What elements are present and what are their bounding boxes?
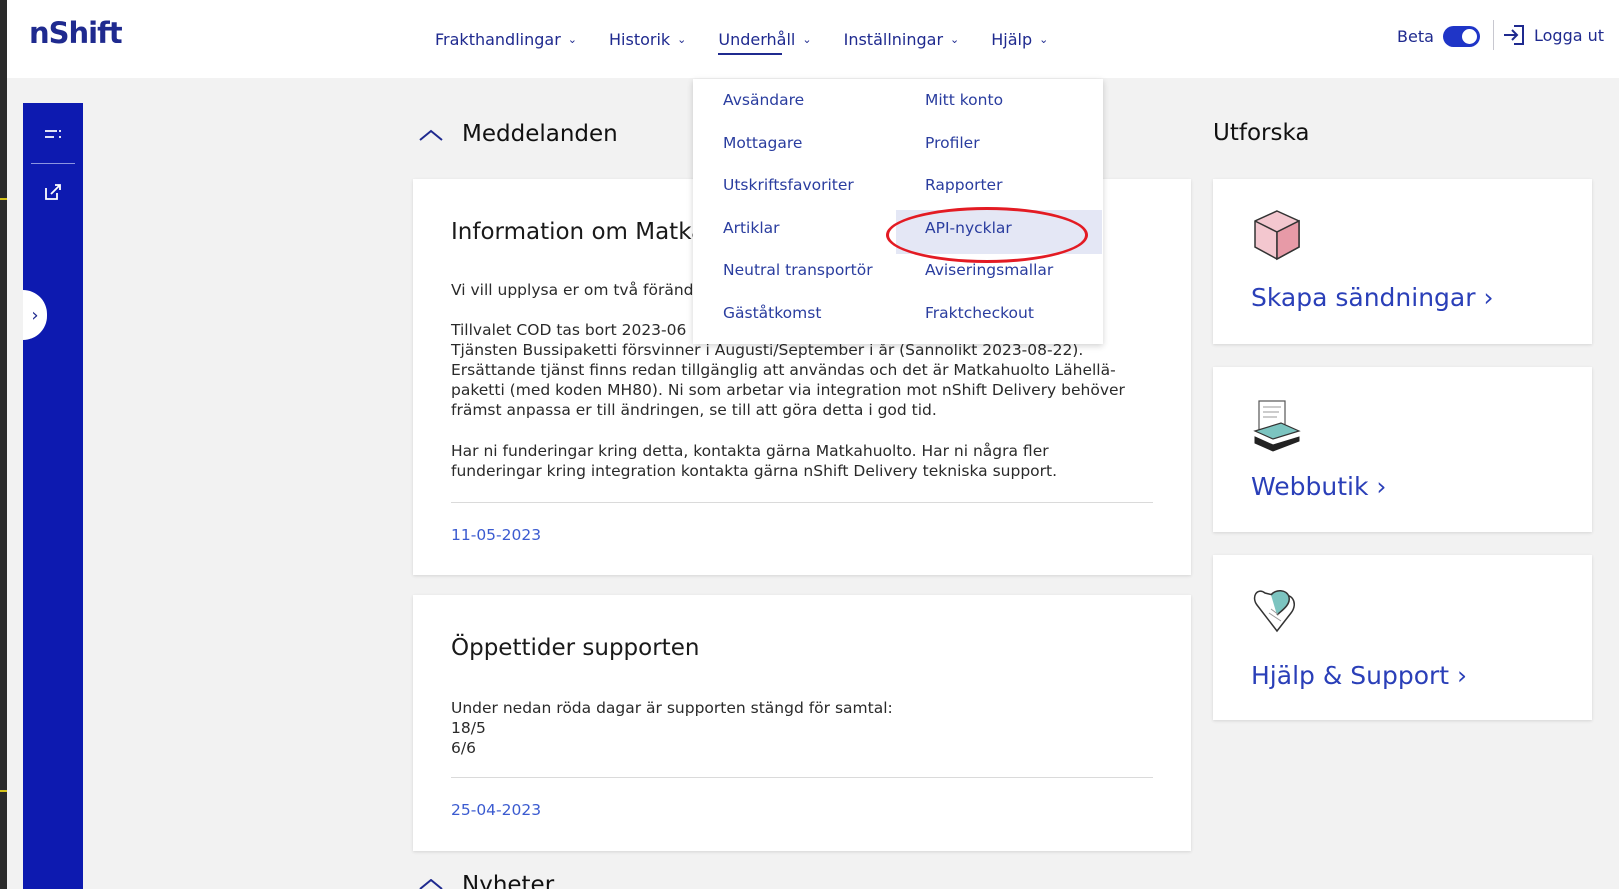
beta-label: Beta	[1397, 27, 1434, 46]
annotation-oval	[886, 207, 1088, 263]
sidebar	[23, 103, 83, 889]
menu-item-avsandare[interactable]: Avsändare	[723, 91, 804, 109]
menu-item-rapporter[interactable]: Rapporter	[925, 176, 1002, 194]
sidebar-divider	[31, 163, 75, 164]
chevron-up-icon[interactable]	[418, 128, 444, 142]
chevron-up-icon[interactable]	[418, 879, 444, 889]
explore-card-label: Skapa sändningar ›	[1251, 283, 1494, 312]
news-title: Nyheter	[462, 872, 555, 889]
message-title: Information om Matka	[451, 219, 706, 245]
messages-title: Meddelanden	[462, 121, 618, 147]
chevron-down-icon: ⌄	[950, 32, 960, 46]
nav-label: Frakthandlingar	[435, 29, 561, 49]
edge-mark	[0, 198, 7, 200]
nav-label: Hjälp	[991, 29, 1033, 49]
heart-hand-icon	[1253, 590, 1295, 633]
message-title: Öppettider supporten	[451, 635, 700, 661]
window-edge	[0, 0, 7, 889]
chevron-down-icon: ⌄	[567, 32, 577, 46]
nav-underhall[interactable]: Underhåll ⌄	[718, 26, 812, 55]
menu-item-utskriftsfavoriter[interactable]: Utskriftsfavoriter	[723, 176, 854, 194]
beta-toggle-group: Beta	[1397, 26, 1480, 47]
edge-mark	[0, 790, 7, 792]
top-header: nShift Frakthandlingar ⌄ Historik ⌄ Unde…	[7, 0, 1619, 78]
external-link-icon[interactable]	[43, 182, 63, 202]
explore-card-help-support[interactable]: Hjälp & Support ›	[1213, 555, 1592, 720]
menu-item-neutral-transportor[interactable]: Neutral transportör	[723, 261, 873, 279]
menu-item-profiler[interactable]: Profiler	[925, 134, 980, 152]
chevron-down-icon: ⌄	[1039, 32, 1049, 46]
explore-card-label: Hjälp & Support ›	[1251, 661, 1468, 690]
chevron-down-icon: ⌄	[802, 32, 812, 46]
menu-item-aviseringsmallar[interactable]: Aviseringsmallar	[925, 261, 1053, 279]
menu-item-fraktcheckout[interactable]: Fraktcheckout	[925, 304, 1034, 322]
laptop-shop-icon	[1253, 400, 1301, 452]
card-divider	[451, 502, 1153, 503]
message-paragraph: Under nedan röda dagar är supporten stän…	[451, 699, 893, 757]
package-box-icon	[1254, 210, 1300, 261]
logout-label: Logga ut	[1534, 25, 1605, 45]
active-underline	[718, 53, 782, 55]
explore-card-label: Webbutik ›	[1251, 472, 1387, 501]
message-paragraph: Har ni funderingar kring detta, kontakta…	[451, 442, 1058, 480]
nav-label: Underhåll	[718, 29, 796, 49]
menu-item-artiklar[interactable]: Artiklar	[723, 219, 780, 237]
message-card: Öppettider supporten Under nedan röda da…	[413, 595, 1191, 851]
menu-item-gastatkomst[interactable]: Gäståtkomst	[723, 304, 821, 322]
header-divider	[1493, 20, 1494, 50]
message-date: 25-04-2023	[451, 801, 542, 819]
message-date: 11-05-2023	[451, 526, 542, 544]
toggle-knob	[1461, 29, 1477, 44]
main-nav: Frakthandlingar ⌄ Historik ⌄ Underhåll ⌄…	[435, 26, 1080, 55]
menu-item-mitt-konto[interactable]: Mitt konto	[925, 91, 1003, 109]
nav-installningar[interactable]: Inställningar ⌄	[844, 26, 960, 52]
nav-label: Inställningar	[843, 29, 944, 49]
nav-hjalp[interactable]: Hjälp ⌄	[991, 26, 1048, 52]
logout-button[interactable]: Logga ut	[1502, 24, 1604, 46]
nav-historik[interactable]: Historik ⌄	[609, 26, 686, 52]
nshift-logo[interactable]: nShift	[29, 16, 123, 50]
menu-item-mottagare[interactable]: Mottagare	[723, 134, 802, 152]
explore-card-create-shipments[interactable]: Skapa sändningar ›	[1213, 179, 1592, 344]
message-paragraph: Tjänsten Bussipaketti försvinner i Augus…	[451, 341, 1125, 419]
logout-icon	[1504, 25, 1524, 45]
chevron-right-icon: ›	[31, 304, 39, 326]
chevron-down-icon: ⌄	[677, 32, 687, 46]
nav-frakthandlingar[interactable]: Frakthandlingar ⌄	[435, 26, 577, 52]
explore-card-webshop[interactable]: Webbutik ›	[1213, 367, 1592, 532]
card-divider	[451, 777, 1153, 778]
nav-label: Historik	[609, 29, 671, 49]
explore-title: Utforska	[1213, 120, 1310, 146]
beta-toggle[interactable]	[1442, 26, 1480, 47]
menu-collapse-icon[interactable]	[43, 124, 63, 144]
